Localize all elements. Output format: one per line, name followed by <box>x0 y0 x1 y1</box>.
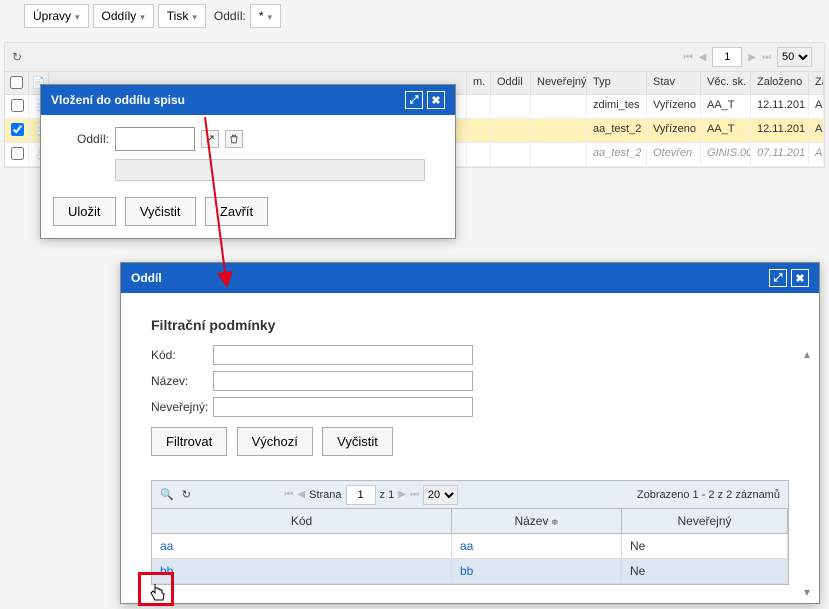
grid-header-oddil[interactable]: Oddil <box>491 72 531 94</box>
cell-nazev[interactable]: aa <box>452 534 622 558</box>
cell-kod[interactable]: bb <box>152 559 452 583</box>
grid-header-neverejny[interactable]: Neveřejný <box>531 72 587 94</box>
scroll-down-icon[interactable]: ▾ <box>804 585 810 599</box>
filter-nazev-input[interactable] <box>213 371 473 391</box>
oddil-input[interactable] <box>115 127 195 151</box>
dialog-restore-icon[interactable]: ⤢ <box>405 91 423 109</box>
inner-pagesize-select[interactable]: 20 <box>423 485 458 505</box>
grid-first-icon[interactable]: ⏮ <box>684 52 693 63</box>
oddily-menu[interactable]: Oddíly <box>93 4 154 28</box>
background-grid-toolbar: ↻ ⏮ ◀ ▶ ⏭ 50 <box>5 43 824 71</box>
lookup-icon[interactable] <box>201 130 219 148</box>
dialog-oddil-restore-icon[interactable]: ⤢ <box>769 269 787 287</box>
grid-header-stav[interactable]: Stav <box>647 72 701 94</box>
cell-za: Adm <box>809 95 824 118</box>
tisk-menu[interactable]: Tisk <box>158 4 206 28</box>
close-button[interactable]: Zavřít <box>205 197 268 226</box>
filter-neverejny-label: Neveřejný: <box>151 400 213 414</box>
col-kod[interactable]: Kód <box>152 509 452 533</box>
save-button[interactable]: Uložit <box>53 197 116 226</box>
row-checkbox[interactable] <box>11 123 24 136</box>
cell-vecsk: AA_T <box>701 95 751 118</box>
z-label: z 1 <box>380 489 395 501</box>
inner-last-icon[interactable]: ⏭ <box>410 489 419 500</box>
oddil-label: Oddíl: <box>53 132 109 146</box>
cell-typ: zdimi_tes <box>587 95 647 118</box>
dialog-vlozeni: Vložení do oddílu spisu ⤢ ✖ Oddíl: Uloži… <box>40 84 456 239</box>
scrollbar[interactable]: ▴ ▾ <box>799 347 815 599</box>
list-item[interactable]: bbbbNe <box>152 559 788 584</box>
filter-neverejny-input[interactable] <box>213 397 473 417</box>
grid-header-m[interactable]: m. <box>467 72 491 94</box>
oddil-display-field <box>115 159 425 181</box>
cell-za: Adm <box>809 119 824 142</box>
grid-header-vecsk[interactable]: Věc. sk. <box>701 72 751 94</box>
dialog-oddil-title: Oddíl <box>131 271 162 285</box>
default-button[interactable]: Výchozí <box>237 427 313 456</box>
inner-page-input[interactable] <box>346 485 376 505</box>
grid-prev-icon[interactable]: ◀ <box>699 52 707 63</box>
cell-stav: Vyřízeno <box>647 95 701 118</box>
cell-za: Adm <box>809 143 824 166</box>
cell-stav: Otevřen <box>647 143 701 166</box>
grid-page-input[interactable] <box>712 47 742 67</box>
filter-kod-label: Kód: <box>151 348 213 362</box>
row-checkbox[interactable] <box>11 99 24 112</box>
cell-typ: aa_test_2 <box>587 143 647 166</box>
inner-refresh-icon[interactable]: ↻ <box>182 488 191 501</box>
inner-next-icon[interactable]: ▶ <box>398 489 406 500</box>
records-shown-label: Zobrazeno 1 - 2 z 2 záznamů <box>637 489 780 501</box>
cell-neverejny: Ne <box>622 559 788 583</box>
cell-vecsk: GINIS.00 <box>701 143 751 166</box>
cell-stav: Vyřízeno <box>647 119 701 142</box>
upravy-menu[interactable]: Úpravy <box>24 4 89 28</box>
cell-typ: aa_test_2 <box>587 119 647 142</box>
grid-select-all-checkbox[interactable] <box>10 76 23 89</box>
grid-header-za[interactable]: Za <box>809 72 824 94</box>
filter-button[interactable]: Filtrovat <box>151 427 227 456</box>
cell-nazev[interactable]: bb <box>452 559 622 583</box>
refresh-icon[interactable]: ↻ <box>9 49 25 65</box>
inner-prev-icon[interactable]: ◀ <box>297 489 305 500</box>
grid-last-icon[interactable]: ⏭ <box>762 52 771 63</box>
strana-label: Strana <box>309 489 341 501</box>
oddil-filter-dropdown[interactable]: * <box>250 4 281 28</box>
dialog-oddil-close-icon[interactable]: ✖ <box>791 269 809 287</box>
col-nazev[interactable]: Název <box>452 509 622 533</box>
cell-zalozeno: 12.11.201 <box>751 95 809 118</box>
filter-nazev-label: Název: <box>151 374 213 388</box>
filter-kod-input[interactable] <box>213 345 473 365</box>
filter-title: Filtrační podmínky <box>151 317 789 333</box>
inner-grid-toolbar: 🔍 ↻ ⏮ ◀ Strana z 1 ▶ ⏭ 20 Zobrazeno 1 - … <box>152 481 788 509</box>
oddil-grid: 🔍 ↻ ⏮ ◀ Strana z 1 ▶ ⏭ 20 Zobrazeno 1 - … <box>151 480 789 585</box>
filter-clear-button[interactable]: Vyčistit <box>322 427 393 456</box>
cell-vecsk: AA_T <box>701 119 751 142</box>
col-neverejny[interactable]: Neveřejný <box>622 509 788 533</box>
row-checkbox[interactable] <box>11 147 24 160</box>
grid-header-zalozeno[interactable]: Založeno <box>751 72 809 94</box>
grid-pagesize-select[interactable]: 50 <box>777 47 812 67</box>
dialog-oddil-header[interactable]: Oddíl ⤢ ✖ <box>121 263 819 293</box>
oddil-filter-label: Oddíl: <box>214 9 246 23</box>
dialog-vlozeni-header[interactable]: Vložení do oddílu spisu ⤢ ✖ <box>41 85 455 115</box>
grid-next-icon[interactable]: ▶ <box>748 52 756 63</box>
dialog-vlozeni-title: Vložení do oddílu spisu <box>51 93 185 107</box>
cell-zalozeno: 07.11.201 <box>751 143 809 166</box>
dialog-close-icon[interactable]: ✖ <box>427 91 445 109</box>
scroll-up-icon[interactable]: ▴ <box>804 347 810 361</box>
list-item[interactable]: aaaaNe <box>152 534 788 559</box>
top-toolbar: Úpravy Oddíly Tisk Oddíl: * <box>0 0 829 32</box>
inner-first-icon[interactable]: ⏮ <box>284 489 293 500</box>
clear-button[interactable]: Vyčistit <box>125 197 196 226</box>
inner-search-icon[interactable]: 🔍 <box>160 488 174 501</box>
dialog-oddil: Oddíl ⤢ ✖ Filtrační podmínky Kód: Název:… <box>120 262 820 604</box>
cell-zalozeno: 12.11.201 <box>751 119 809 142</box>
cell-neverejny: Ne <box>622 534 788 558</box>
grid-header-typ[interactable]: Typ <box>587 72 647 94</box>
cell-kod[interactable]: aa <box>152 534 452 558</box>
trash-icon[interactable] <box>225 130 243 148</box>
